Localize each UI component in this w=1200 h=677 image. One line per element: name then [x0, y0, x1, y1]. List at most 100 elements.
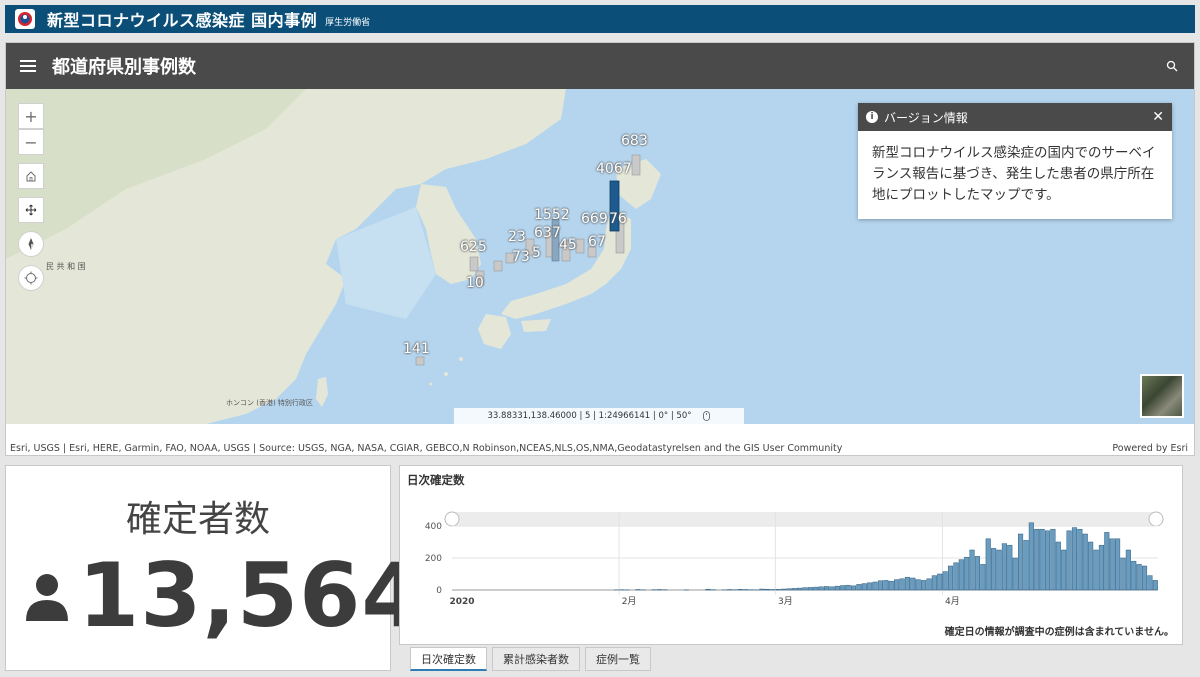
chart-bar [856, 584, 862, 591]
chart-bar [824, 586, 830, 591]
map-toolbar: + − [18, 103, 44, 291]
chart-bar [1066, 530, 1072, 591]
chart-bar [931, 575, 937, 591]
cluster-label: 73 [512, 249, 530, 265]
chart-bar [1109, 538, 1115, 591]
locate-button[interactable] [18, 265, 44, 291]
cluster-label: 669 [581, 211, 608, 227]
basemap-toggle[interactable] [1140, 374, 1184, 418]
chart-bar [867, 582, 873, 591]
y-tick-label: 0 [436, 586, 442, 596]
chart-bar [1093, 549, 1099, 591]
chart-bar [888, 580, 894, 591]
x-tick-label: 3月 [778, 596, 793, 607]
count-row: 13,564 [24, 544, 424, 647]
x-tick-label: 2月 [622, 596, 637, 607]
banner-title: 新型コロナウイルス感染症 国内事例 [47, 11, 318, 30]
chart-bar [942, 571, 948, 591]
chart-bar [1050, 528, 1056, 591]
map-attribution: Esri, USGS | Esri, HERE, Garmin, FAO, NO… [6, 424, 1194, 457]
chart-bar [829, 586, 835, 591]
chart-bar [974, 556, 980, 591]
chart-bar [996, 549, 1002, 591]
compass-icon [28, 238, 34, 250]
map-header: 都道府県別事例数 [6, 43, 1194, 89]
chart-bar [985, 538, 991, 591]
chart-bar [850, 585, 857, 591]
chart-bar [921, 580, 927, 591]
bottom-tabs: 日次確定数 累計感染者数 症例一覧 [410, 647, 651, 671]
chart-bar [1039, 528, 1045, 591]
mhlw-logo [15, 9, 35, 29]
cluster-label: 76 [609, 211, 627, 227]
powered-by-esri[interactable]: Powered by Esri [1112, 443, 1188, 454]
home-button[interactable] [18, 163, 44, 189]
chart-bar [894, 579, 900, 591]
chart-bar [834, 585, 840, 591]
range-slider-track[interactable] [450, 512, 1158, 526]
chart-bar [980, 564, 986, 591]
pan-icon [25, 204, 37, 216]
chart-bar [807, 587, 813, 591]
chart-bar [1044, 530, 1051, 591]
range-slider-handle-right[interactable] [1148, 511, 1164, 527]
cluster-label: 5 [532, 245, 541, 261]
cluster-label: 1552 [534, 207, 570, 223]
pan-button[interactable] [18, 197, 44, 223]
chart-bar [910, 577, 916, 591]
info-popup-body: 新型コロナウイルス感染症の国内でのサーベイランス報告に基づき、発生した患者の県庁… [872, 145, 1156, 203]
chart-bar [1136, 564, 1142, 591]
map-view[interactable]: 民 共 和 国 ホンコン (香港) 特別行政区 683 4067 1552 66… [6, 89, 1194, 424]
tab-cumulative-infections[interactable]: 累計感染者数 [492, 647, 580, 671]
chart-bar [705, 588, 711, 591]
chart-bar [1147, 575, 1153, 591]
zoom-in-button[interactable]: + [18, 103, 44, 129]
count-label: 確定者数 [125, 499, 270, 540]
chart-bar [969, 549, 975, 591]
y-tick-label: 200 [425, 554, 442, 564]
chart-bar [1088, 541, 1094, 591]
chart-bar [1098, 544, 1104, 591]
chart-bar [780, 588, 786, 591]
chart-bar [1125, 549, 1131, 591]
compass-button[interactable] [18, 231, 44, 257]
cluster-label: 4067 [596, 161, 632, 177]
cluster-label: 683 [621, 133, 648, 149]
info-popup-title: バージョン情報 [884, 110, 968, 125]
map-title: 都道府県別事例数 [52, 57, 196, 78]
y-tick-label: 400 [425, 522, 442, 532]
search-icon[interactable] [1162, 56, 1182, 76]
chart-bar [1034, 528, 1040, 591]
cluster-label: 637 [534, 225, 561, 241]
chart-bar [845, 584, 851, 591]
cluster-label: 67 [588, 234, 606, 250]
chart-bar [1055, 541, 1061, 591]
daily-cases-chart-panel: 日次確定数 0 200 400 2020 2月 3月 4月 確定日の情報が調査中の症例は含ま… [399, 465, 1183, 645]
zoom-out-button[interactable]: − [18, 129, 44, 155]
chart-bar [1012, 557, 1018, 591]
confirmed-count-panel: 確定者数 13,564 [5, 465, 423, 671]
chart-bar [958, 559, 964, 591]
hamburger-menu-icon[interactable] [18, 56, 38, 76]
range-slider-handle-left[interactable] [444, 511, 460, 527]
cluster-label: 10 [466, 275, 484, 291]
daily-cases-chart: 0 200 400 2020 2月 3月 4月 [425, 511, 1164, 607]
tab-case-list[interactable]: 症例一覧 [585, 647, 651, 671]
banner-subtitle: 厚生労働省 [325, 18, 371, 28]
cluster-label: 141 [403, 341, 430, 357]
close-icon[interactable]: ✕ [1152, 109, 1164, 125]
chart-bar [1028, 522, 1034, 591]
chart-bar [1007, 544, 1013, 591]
chart-bar [802, 587, 808, 591]
top-banner: 新型コロナウイルス感染症 国内事例 厚生労働省 [5, 5, 1195, 33]
chart-bar [759, 588, 765, 591]
tab-daily-confirmed[interactable]: 日次確定数 [410, 647, 487, 671]
chart-bar [947, 565, 954, 591]
coordinate-readout: 33.88331,138.46000 | 5 | 1:24966141 | 0°… [454, 408, 744, 424]
coordinate-text: 33.88331,138.46000 | 5 | 1:24966141 | 0°… [487, 411, 692, 421]
chart-bar [1082, 533, 1088, 591]
person-icon [26, 573, 68, 621]
chart-bar [791, 588, 797, 591]
chart-bar [877, 580, 884, 591]
x-tick-label: 4月 [945, 596, 960, 607]
